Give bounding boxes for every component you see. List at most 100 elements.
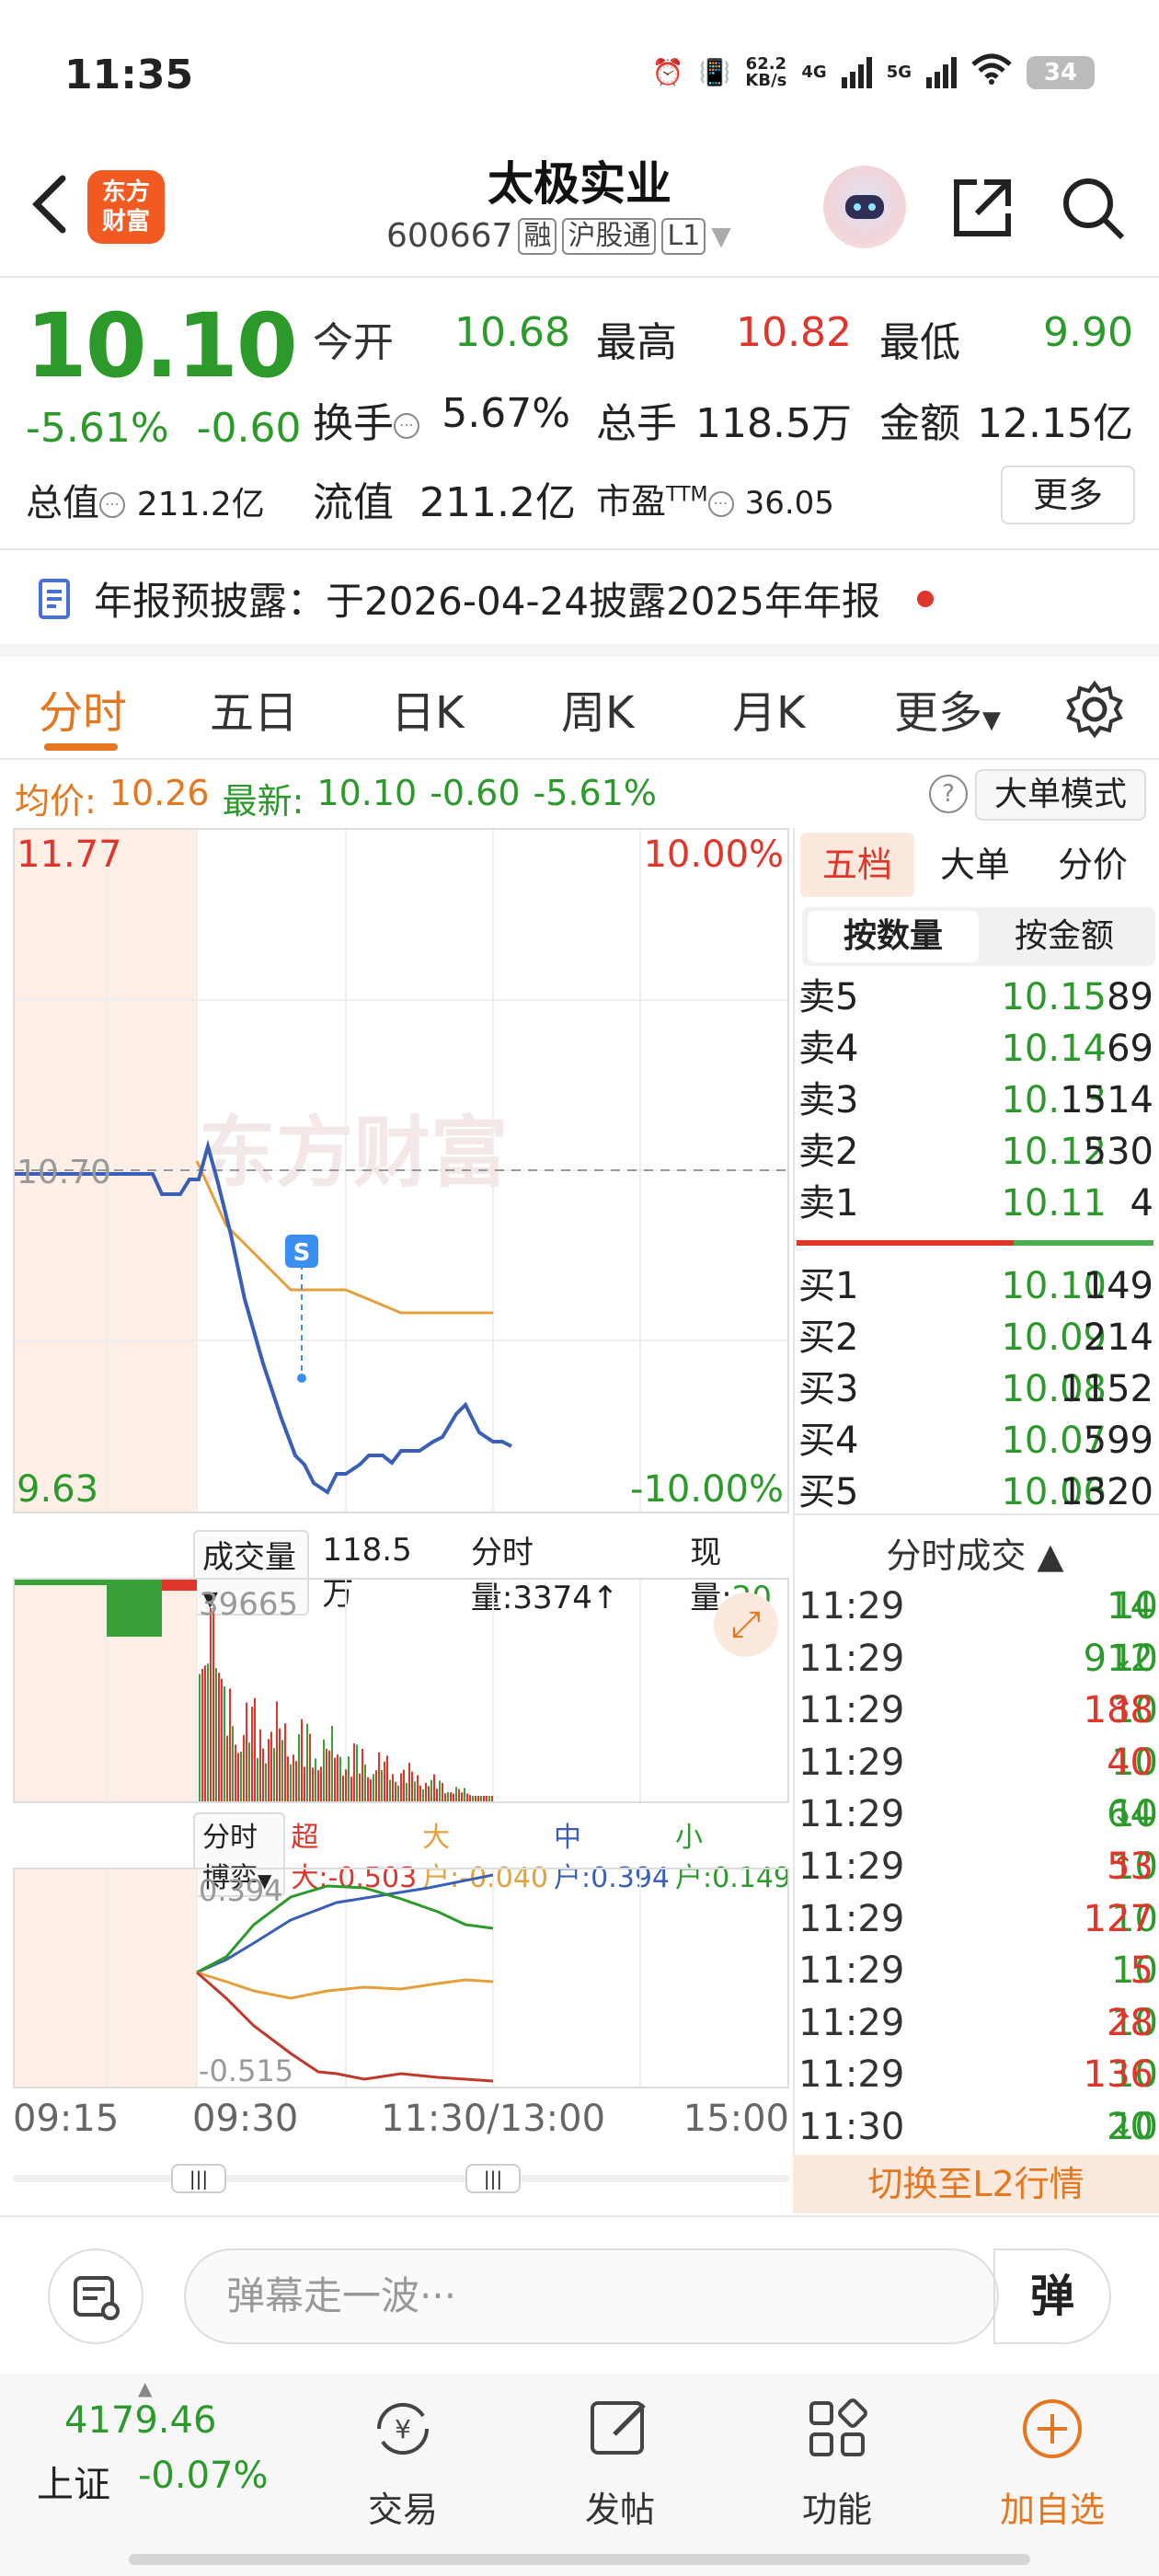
trade-time: 11:30 [798,2106,905,2148]
trade-time: 11:29 [798,1689,905,1732]
comment-input[interactable]: 弹幕走一波··· [184,2248,999,2344]
signal-icon [841,56,872,88]
index-value[interactable]: 4179.46 [64,2399,216,2442]
app-logo[interactable]: 东方 财富 [87,170,165,244]
mode-by-amount[interactable]: 按金额 [979,911,1150,962]
slider-handle-right[interactable]: ||| [465,2164,521,2193]
tab-intraday[interactable]: 分时 [39,676,127,741]
stock-code-row[interactable]: 600667 融 沪股通 L1 ▼ [386,217,773,255]
avg-label: 均价: [15,781,97,822]
bid-row[interactable]: 买5 10.06 1320 [798,1466,1153,1518]
ask-row[interactable]: 卖1 10.11 4 [798,1178,1153,1229]
ask-volume: 530 [1083,1131,1153,1173]
ask-row[interactable]: 卖2 10.12 530 [798,1126,1153,1178]
share-button[interactable] [947,173,1017,243]
trade-volume: 188 [1083,1689,1153,1732]
battery-icon: 34 [1027,55,1095,89]
turnover-cell[interactable]: 换手 ⋯ [313,390,419,449]
trade-volume: 53 [1107,1846,1153,1888]
pe-label: 市盈 [596,481,667,522]
volume-bar [270,1731,272,1801]
ask-row[interactable]: 卖4 10.14 69 [798,1023,1153,1075]
volume-bar [204,1665,206,1801]
tab-big-order[interactable]: 大单 [918,833,1032,897]
time-label: 09:15 [13,2098,120,2140]
flow-chart[interactable]: 0.394 -0.515 [13,1868,789,2088]
search-button[interactable] [1058,173,1128,243]
settings-button[interactable] [1065,680,1124,750]
intraday-chart[interactable]: 东方财富 S 11.77 9.63 10.00% -10.00% 10.70 [13,828,789,1513]
disclosure-text: 年报预披露：于2026-04-24披露2025年年报 [94,579,880,624]
trade-volume: 20 [1107,2106,1153,2148]
flow-chart-svg: 0.394 -0.515 [15,1869,641,2088]
mktcap-cell[interactable]: 总值 ⋯ 211.2亿 [26,473,265,526]
ask-row[interactable]: 卖5 10.15 89 [798,972,1153,1023]
tag-connect: 沪股通 [562,217,657,255]
mode-by-quantity[interactable]: 按数量 [808,911,979,962]
danmu-toggle-button[interactable]: 弹 [993,2248,1111,2344]
tab-level5[interactable]: 五档 [800,833,914,897]
open-value: 10.68 [454,309,570,356]
trade-volume: 28 [1107,2001,1153,2044]
pe-cell[interactable]: 市盈TTM ⋯ 36.05 [596,473,834,523]
bid-row[interactable]: 买1 10.10 149 [798,1260,1153,1312]
bid-row[interactable]: 买4 10.07 599 [798,1415,1153,1466]
trades-header[interactable]: 分时成交 ▲ [797,1527,1153,1578]
volume-chart[interactable]: 39665 ⤢ [13,1578,789,1803]
expand-button[interactable]: ⤢ [714,1593,778,1657]
back-button[interactable] [22,166,77,239]
trade-volume: 5 [1130,1949,1153,1993]
high-value: 10.82 [736,309,852,356]
bid-row[interactable]: 买2 10.09 214 [798,1312,1153,1363]
low-value: 9.90 [1043,309,1133,356]
network-4g: 4G [801,63,827,82]
tab-5day[interactable]: 五日 [210,676,298,741]
big-order-mode-button[interactable]: 大单模式 [975,769,1146,821]
trade-time: 11:29 [798,1637,905,1680]
switch-l2-button[interactable]: 切换至L2行情 [793,2155,1159,2214]
more-button[interactable]: 更多 [1001,466,1135,524]
volume-bar [353,1743,355,1801]
nav-add-watchlist[interactable]: 加自选 [979,2392,1126,2532]
index-row[interactable]: 上证 -0.07% [37,2455,269,2508]
help-icon[interactable]: ? [929,775,968,813]
chart-range-slider[interactable]: ||| ||| [13,2164,789,2193]
tab-price-dist[interactable]: 分价 [1036,833,1150,897]
wifi-icon [971,53,1012,91]
volume-bar [480,1796,482,1801]
volume-bar [306,1723,308,1801]
volume-bar [455,1787,457,1801]
caret-down-icon: ▼ [711,221,731,251]
assistant-robot-icon[interactable] [823,166,906,248]
mktcap-value: 211.2亿 [136,486,265,523]
trade-row: 11:2910.11↑188 [798,1685,1159,1736]
nav-post[interactable]: 发帖 [546,2392,694,2532]
volume-bar [375,1770,377,1801]
time-axis: 09:15 09:30 11:30/13:00 15:00 [13,2098,789,2149]
trade-volume: 912 [1083,1637,1153,1680]
tab-monthly-k[interactable]: 月K [732,676,805,741]
bid-row[interactable]: 买3 10.08 1152 [798,1363,1153,1415]
back-arrow-icon [32,175,66,234]
ask-label: 卖2 [798,1131,859,1173]
trade-volume: 64 [1107,1793,1153,1836]
turnover-value: 5.67% [442,390,570,437]
nav-trade[interactable]: ¥ 交易 [329,2392,476,2532]
disclosure-banner[interactable]: 年报预披露：于2026-04-24披露2025年年报 [37,570,934,627]
change-row: -5.61% -0.60 [26,405,302,452]
trade-volume: 127 [1083,1897,1153,1940]
volume-bar [403,1769,405,1801]
comment-settings-button[interactable] [48,2248,143,2344]
tab-weekly-k[interactable]: 周K [561,676,634,741]
tab-daily-k[interactable]: 日K [391,676,464,741]
slider-handle-left[interactable]: ||| [171,2164,226,2193]
volume-bar [461,1792,463,1801]
volume-bar [210,1608,212,1801]
status-bar: 11:35 ⏰ 📳 62.2 KB/s 4G 5G 34 [0,0,1159,147]
ask-row[interactable]: 卖3 10.13 1514 [798,1075,1153,1126]
ask-label: 卖4 [798,1028,859,1070]
tab-more[interactable]: 更多▼ [894,676,1001,741]
volume-bar [367,1777,369,1801]
nav-functions[interactable]: 功能 [763,2392,911,2532]
unread-dot [916,590,934,607]
